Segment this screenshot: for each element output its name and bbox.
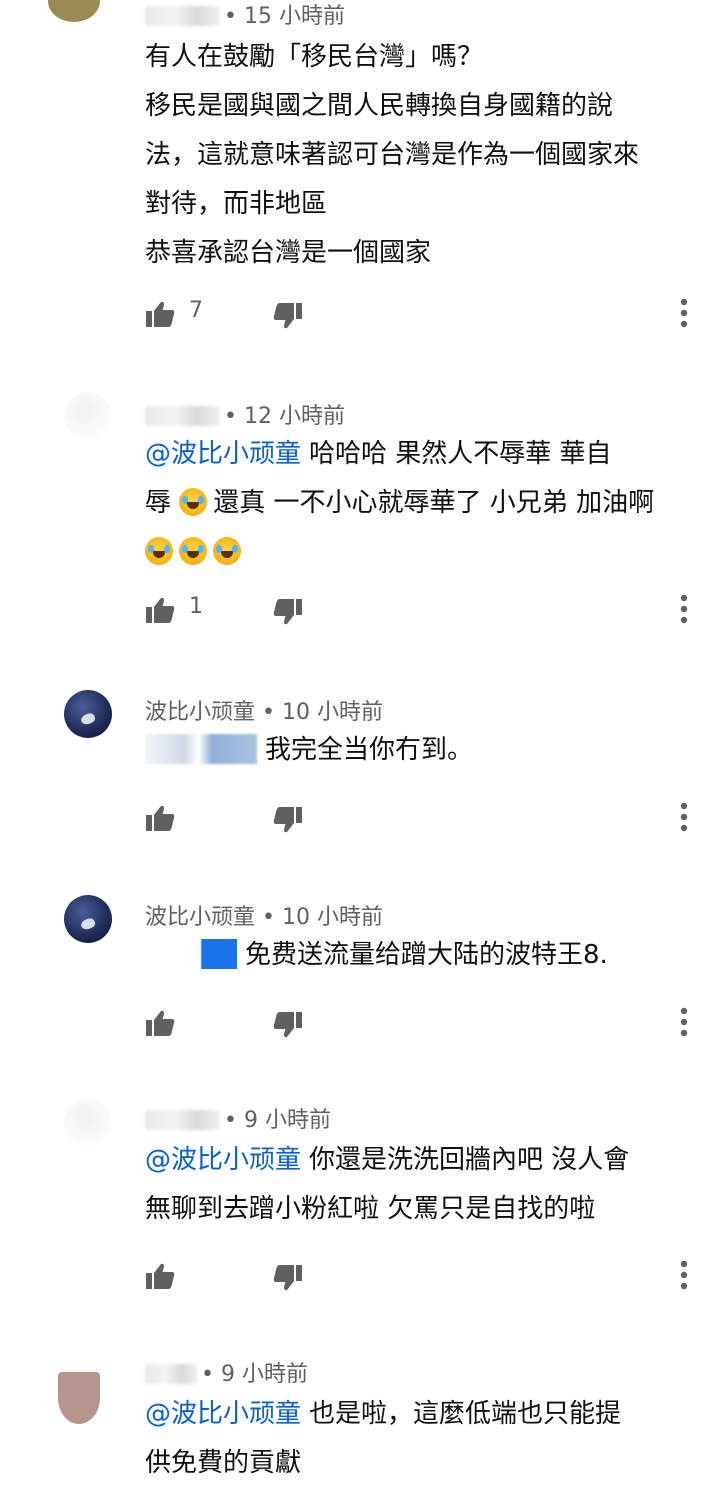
commenter-avatar[interactable] bbox=[64, 392, 112, 440]
thumbs-down-icon[interactable] bbox=[273, 598, 303, 626]
redacted-username bbox=[145, 1110, 220, 1130]
comment-timestamp: 10 小時前 bbox=[281, 905, 383, 930]
rofl-emoji-icon bbox=[213, 537, 241, 565]
comment-line: 供免費的貢獻 bbox=[145, 1448, 302, 1478]
thumbs-up-icon[interactable] bbox=[145, 804, 175, 832]
comment-text: @波比小顽童 你還是洗洗回牆內吧 沒人會 無聊到去蹭小粉紅啦 欠罵只是自找的啦 bbox=[145, 1136, 695, 1234]
comment-author[interactable]: 波比小顽童 bbox=[145, 905, 255, 930]
commenter-avatar[interactable] bbox=[64, 690, 112, 738]
comment-meta: 波比小顽童 • 10 小時前 bbox=[145, 905, 383, 930]
comment-line: 免费送流量给蹭大陆的波特王8. bbox=[245, 940, 608, 970]
thumbs-down-icon[interactable] bbox=[273, 1264, 303, 1292]
comment-line: 我完全当你冇到。 bbox=[265, 735, 474, 765]
rofl-emoji-icon bbox=[179, 537, 207, 565]
comment-actions: 7 bbox=[145, 294, 705, 334]
comment-timestamp: 15 小時前 bbox=[243, 4, 345, 29]
comment-meta: 波比小顽童 • 10 小時前 bbox=[145, 700, 383, 725]
thumbs-down-icon[interactable] bbox=[273, 302, 303, 330]
comment-actions bbox=[145, 1256, 705, 1296]
thumbs-up-icon[interactable] bbox=[145, 300, 175, 328]
comment-text: 我完全当你冇到。 bbox=[145, 726, 695, 775]
like-count: 7 bbox=[189, 298, 203, 323]
mention-link[interactable]: @波比小顽童 bbox=[145, 439, 301, 469]
comment-line: 也是啦，這麼低端也只能提 bbox=[309, 1399, 622, 1429]
redacted-username bbox=[145, 406, 220, 426]
redacted-username bbox=[145, 6, 220, 26]
comment-timestamp: 10 小時前 bbox=[281, 700, 383, 725]
comment-meta: • 9 小時前 bbox=[145, 1102, 331, 1134]
more-vertical-icon[interactable] bbox=[675, 1258, 693, 1292]
thumbs-down-icon[interactable] bbox=[273, 806, 303, 834]
commenter-avatar[interactable] bbox=[64, 1098, 112, 1146]
comment-timestamp: 9 小時前 bbox=[243, 1108, 331, 1133]
rofl-emoji-icon bbox=[145, 537, 173, 565]
comment-text: @波比小顽童 也是啦，這麼低端也只能提 供免費的貢獻 bbox=[145, 1390, 695, 1488]
comment-timestamp: 9 小時前 bbox=[220, 1362, 308, 1387]
comment-line: 有人在鼓勵「移民台灣」嗎？ bbox=[145, 42, 484, 72]
comment-actions bbox=[145, 798, 705, 838]
redacted-mention bbox=[145, 734, 257, 764]
comment-actions bbox=[145, 1003, 705, 1043]
comment-line: 你還是洗洗回牆內吧 沒人會 bbox=[309, 1145, 630, 1175]
thumbs-up-icon[interactable] bbox=[145, 1009, 175, 1037]
thumbs-up-icon[interactable] bbox=[145, 596, 175, 624]
thumbs-down-icon[interactable] bbox=[273, 1011, 303, 1039]
comment-line: 恭喜承認台灣是一個國家 bbox=[145, 238, 432, 268]
more-vertical-icon[interactable] bbox=[675, 1005, 693, 1039]
more-vertical-icon[interactable] bbox=[675, 296, 693, 330]
more-vertical-icon[interactable] bbox=[675, 800, 693, 834]
commenter-avatar[interactable] bbox=[64, 895, 112, 943]
redacted-username bbox=[145, 1364, 197, 1384]
comment-text: @波比小顽童 哈哈哈 果然人不辱華 華自 辱 還真 一不小心就辱華了 小兄弟 加油… bbox=[145, 430, 695, 577]
comment-line: 移民是國與國之間人民轉換自身國籍的說 bbox=[145, 91, 614, 121]
comment-timestamp: 12 小時前 bbox=[243, 404, 345, 429]
thumbs-up-icon[interactable] bbox=[145, 1262, 175, 1290]
comment-meta: • 9 小時前 bbox=[145, 1356, 308, 1388]
comment-line: 對待，而非地區 bbox=[145, 189, 328, 219]
mention-link[interactable]: @波比小顽童 bbox=[145, 1399, 301, 1429]
comment-line: 法，這就意味著認可台灣是作為一個國家來 bbox=[145, 140, 640, 170]
comment-meta: • 15 小時前 bbox=[145, 0, 345, 30]
redacted-mention bbox=[145, 939, 237, 969]
rofl-emoji-icon bbox=[179, 488, 208, 516]
mention-link[interactable]: @波比小顽童 bbox=[145, 1145, 301, 1175]
like-count: 1 bbox=[189, 594, 203, 619]
comment-meta: • 12 小時前 bbox=[145, 398, 345, 430]
comment-line: 哈哈哈 果然人不辱華 華自 bbox=[309, 439, 612, 469]
comment-actions: 1 bbox=[145, 590, 705, 630]
commenter-avatar[interactable] bbox=[58, 1372, 100, 1424]
comment-text: 有人在鼓勵「移民台灣」嗎？ 移民是國與國之間人民轉換自身國籍的說 法，這就意味著… bbox=[145, 33, 695, 278]
comment-line: 還真 一不小心就辱華了 小兄弟 加油啊 bbox=[213, 488, 655, 518]
comment-line: 無聊到去蹭小粉紅啦 欠罵只是自找的啦 bbox=[145, 1194, 596, 1224]
comment-line: 辱 bbox=[145, 488, 172, 518]
commenter-avatar[interactable] bbox=[48, 0, 100, 22]
more-vertical-icon[interactable] bbox=[675, 592, 693, 626]
comment-author[interactable]: 波比小顽童 bbox=[145, 700, 255, 725]
comment-text: 免费送流量给蹭大陆的波特王8. bbox=[145, 931, 695, 980]
